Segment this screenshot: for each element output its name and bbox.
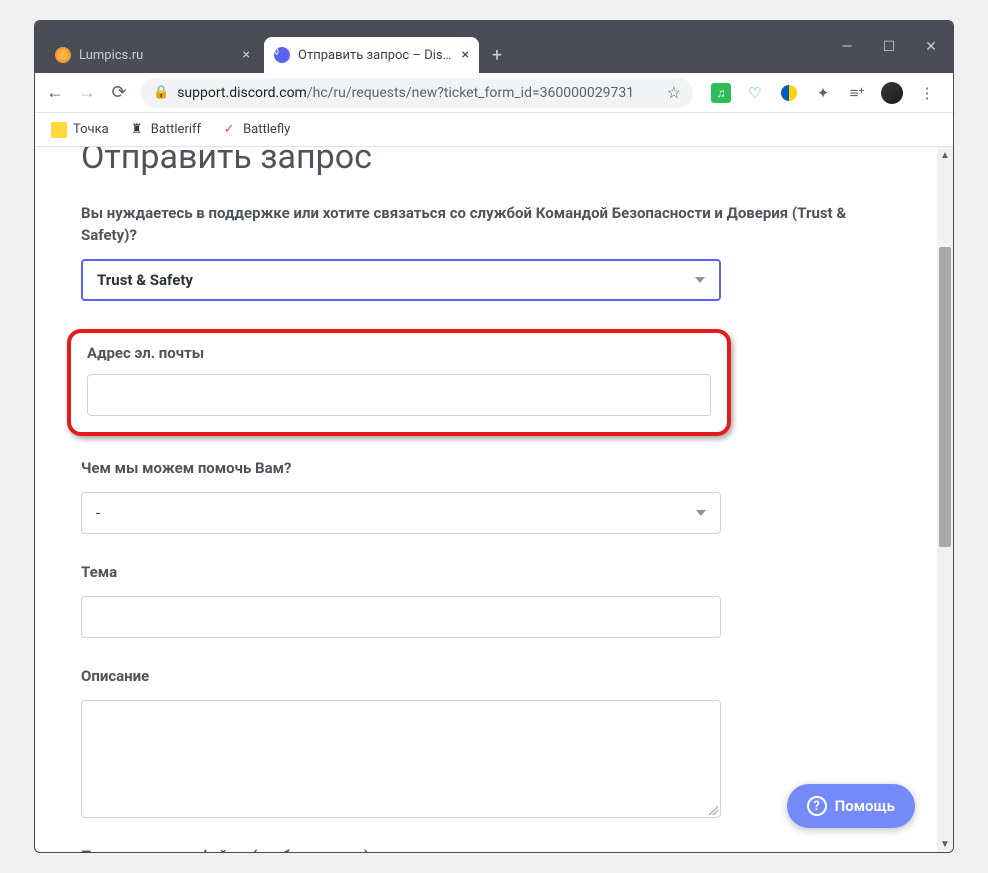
lock-icon: 🔒: [153, 85, 169, 100]
help-with-select[interactable]: -: [81, 492, 721, 534]
field-subject: Тема: [81, 562, 891, 638]
bookmark-icon: ✓: [221, 122, 237, 138]
select-value: -: [96, 504, 100, 522]
bookmark-tochka[interactable]: Точка: [51, 122, 109, 138]
new-tab-button[interactable]: +: [483, 41, 511, 69]
tab-discord[interactable]: ◊ Отправить запрос – Discord ×: [264, 37, 479, 73]
lumpics-favicon: [55, 47, 71, 63]
page-title: Отправить запрос: [81, 147, 891, 177]
field-help-with: Чем мы можем помочь Вам? -: [81, 458, 891, 534]
email-highlight: Адрес эл. почты: [67, 329, 731, 437]
attachments-label: Прикрепленные файлы (необязательно): [81, 846, 891, 853]
extensions: ♫ ♡ ✦ ≡⁺ ⋮: [705, 82, 943, 104]
field-attachments: Прикрепленные файлы (необязательно) Доба…: [81, 846, 891, 853]
select-value: Trust & Safety: [97, 271, 193, 289]
minimize-icon[interactable]: —: [835, 39, 859, 55]
circle-ext-icon[interactable]: [779, 83, 799, 103]
bookmark-battleriff[interactable]: ♜ Battleriff: [129, 122, 201, 138]
chevron-down-icon: [696, 510, 706, 516]
question-icon: ?: [807, 796, 827, 816]
bookmark-label: Battlefly: [243, 122, 290, 137]
email-label: Адрес эл. почты: [87, 343, 711, 365]
tab-title: Lumpics.ru: [79, 48, 235, 63]
email-input[interactable]: [87, 374, 711, 416]
close-icon[interactable]: ×: [243, 47, 250, 63]
tabs-row: Lumpics.ru × ◊ Отправить запрос – Discor…: [35, 21, 835, 73]
bookmarks-bar: Точка ♜ Battleriff ✓ Battlefly: [35, 113, 953, 147]
bookmark-star-icon[interactable]: ☆: [667, 83, 681, 102]
bookmark-battlefly[interactable]: ✓ Battlefly: [221, 122, 290, 138]
chevron-down-icon: [695, 277, 705, 283]
tab-title: Отправить запрос – Discord: [298, 48, 454, 63]
profile-avatar[interactable]: [881, 82, 903, 104]
help-button-label: Помощь: [835, 797, 895, 815]
help-button[interactable]: ? Помощь: [787, 784, 915, 828]
subject-label: Тема: [81, 562, 891, 584]
support-type-label: Вы нуждаетесь в поддержке или хотите свя…: [81, 203, 891, 247]
scroll-down-icon[interactable]: ▼: [937, 836, 953, 852]
field-description: Описание: [81, 666, 891, 818]
url-text: support.discord.com/hc/ru/requests/new?t…: [177, 85, 658, 101]
content-area: Отправить запрос Вы нуждаетесь в поддерж…: [35, 147, 953, 852]
subject-input[interactable]: [81, 596, 721, 638]
bookmark-label: Battleriff: [151, 122, 201, 137]
back-button[interactable]: ←: [45, 82, 65, 103]
close-icon[interactable]: ×: [462, 47, 469, 63]
bookmark-icon: [51, 122, 67, 138]
puzzle-ext-icon[interactable]: ✦: [813, 83, 833, 103]
shield-ext-icon[interactable]: ♡: [745, 83, 765, 103]
bookmark-icon: ♜: [129, 122, 145, 138]
scrollbar-thumb[interactable]: [939, 247, 951, 547]
address-bar[interactable]: 🔒 support.discord.com/hc/ru/requests/new…: [141, 78, 693, 108]
page: Отправить запрос Вы нуждаетесь в поддерж…: [35, 147, 937, 852]
discord-favicon: ◊: [274, 47, 290, 63]
field-support-type: Вы нуждаетесь в поддержке или хотите свя…: [81, 203, 891, 301]
forward-button[interactable]: →: [77, 82, 97, 103]
reading-list-icon[interactable]: ≡⁺: [847, 83, 867, 103]
menu-icon[interactable]: ⋮: [917, 83, 937, 103]
help-with-label: Чем мы можем помочь Вам?: [81, 458, 891, 480]
browser-window: Lumpics.ru × ◊ Отправить запрос – Discor…: [34, 20, 954, 853]
titlebar: Lumpics.ru × ◊ Отправить запрос – Discor…: [35, 21, 953, 73]
toolbar: ← → ⟳ 🔒 support.discord.com/hc/ru/reques…: [35, 73, 953, 113]
support-type-select[interactable]: Trust & Safety: [81, 259, 721, 301]
description-textarea[interactable]: [81, 700, 721, 818]
tab-lumpics[interactable]: Lumpics.ru ×: [45, 37, 260, 73]
music-ext-icon[interactable]: ♫: [711, 83, 731, 103]
scroll-up-icon[interactable]: ▲: [937, 147, 953, 163]
window-controls: — ☐ ✕: [835, 21, 953, 73]
description-label: Описание: [81, 666, 891, 688]
maximize-icon[interactable]: ☐: [877, 39, 901, 55]
scrollbar-track[interactable]: ▲ ▼: [937, 147, 953, 852]
close-window-icon[interactable]: ✕: [919, 39, 943, 55]
bookmark-label: Точка: [73, 122, 109, 137]
reload-button[interactable]: ⟳: [109, 82, 129, 103]
